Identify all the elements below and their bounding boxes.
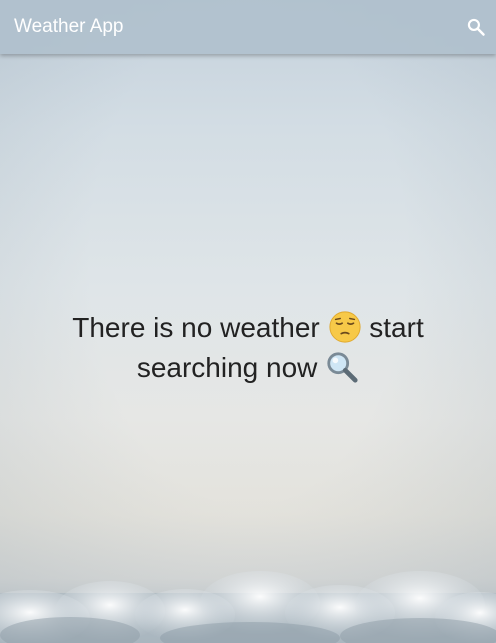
magnifying-glass-icon (327, 351, 358, 383)
empty-state-message: There is no weather start searching now (0, 308, 496, 388)
search-button[interactable] (464, 15, 488, 39)
app-bar: Weather App (0, 0, 496, 54)
app-title: Weather App (14, 16, 124, 37)
pensive-face-icon (328, 311, 361, 343)
clouds-image (0, 571, 496, 643)
message-line1-text: There is no weather (72, 312, 320, 343)
weather-app-screen: Weather App There is no weather start se… (0, 0, 496, 643)
message-line1-suffix: start (369, 312, 424, 343)
search-icon (467, 18, 485, 36)
message-line2-text: searching now (136, 352, 318, 383)
